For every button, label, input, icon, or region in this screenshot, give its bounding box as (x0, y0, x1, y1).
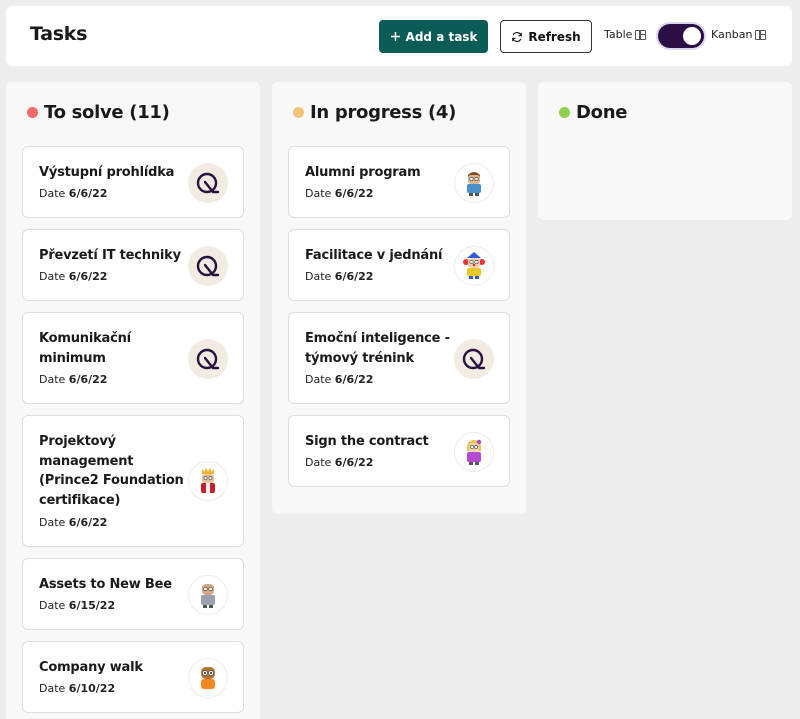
logo-q-icon (188, 163, 228, 203)
task-date: Date 6/6/22 (305, 270, 374, 283)
status-dot-icon (293, 107, 304, 118)
page-title: Tasks (30, 23, 88, 45)
task-title: Alumni program (305, 165, 421, 180)
gray-avatar-icon (188, 575, 228, 615)
task-title: Emoční inteligence - týmový trénink (305, 331, 450, 366)
task-title: Facilitace v jednání (305, 248, 443, 263)
girl-avatar-icon (454, 432, 494, 472)
task-card[interactable]: Projektový management (Prince2 Foundatio… (22, 415, 244, 547)
task-title: Projektový management (Prince2 Foundatio… (39, 434, 184, 508)
kanban-layout-icon (755, 29, 767, 40)
table-layout-icon (635, 29, 647, 40)
view-table-option[interactable]: Table (604, 28, 647, 41)
column-to-solve: To solve (11) Výstupní prohlídka Date 6/… (6, 82, 260, 719)
logo-q-icon (188, 246, 228, 286)
page-header: Tasks Add a task Refresh Table Kanban (6, 6, 792, 66)
column-title: In progress (4) (310, 102, 457, 123)
logo-q-icon (454, 339, 494, 379)
clown-avatar-icon (454, 246, 494, 286)
task-card[interactable]: Facilitace v jednání Date 6/6/22 (288, 229, 510, 301)
column-header: In progress (4) (293, 102, 456, 123)
refresh-label: Refresh (528, 29, 581, 44)
task-date: Date 6/10/22 (39, 682, 116, 695)
task-date: Date 6/6/22 (305, 187, 374, 200)
column-title: To solve (11) (44, 102, 170, 123)
column-title: Done (576, 102, 628, 123)
logo-q-icon (188, 339, 228, 379)
toggle-track (658, 24, 704, 48)
task-card[interactable]: Emoční inteligence - týmový trénink Date… (288, 312, 510, 404)
task-card[interactable]: Komunikační minimum Date 6/6/22 (22, 312, 244, 404)
refresh-button[interactable]: Refresh (500, 20, 592, 53)
task-card[interactable]: Výstupní prohlídka Date 6/6/22 (22, 146, 244, 218)
task-date: Date 6/6/22 (305, 456, 374, 469)
status-dot-icon (27, 107, 38, 118)
task-date: Date 6/6/22 (39, 187, 108, 200)
view-table-label: Table (604, 28, 633, 41)
refresh-icon (512, 31, 523, 42)
task-title: Výstupní prohlídka (39, 165, 175, 180)
king-avatar-icon (188, 461, 228, 501)
task-date: Date 6/15/22 (39, 599, 116, 612)
task-title: Assets to New Bee (39, 577, 172, 592)
owl-avatar-icon (188, 658, 228, 698)
toggle-knob (683, 27, 701, 45)
task-date: Date 6/6/22 (305, 373, 374, 386)
view-kanban-label: Kanban (711, 28, 753, 41)
task-title: Sign the contract (305, 434, 429, 449)
task-title: Komunikační minimum (39, 331, 131, 366)
task-title: Company walk (39, 660, 143, 675)
task-card[interactable]: Alumni program Date 6/6/22 (288, 146, 510, 218)
boy-avatar-icon (454, 163, 494, 203)
task-card[interactable]: Sign the contract Date 6/6/22 (288, 415, 510, 487)
status-dot-icon (559, 107, 570, 118)
task-title: Převzetí IT techniky (39, 248, 181, 263)
plus-icon (390, 32, 400, 41)
column-in-progress: In progress (4) Alumni program Date 6/6/… (272, 82, 526, 514)
view-mode-toggle[interactable] (656, 22, 706, 50)
task-card[interactable]: Company walk Date 6/10/22 (22, 641, 244, 713)
view-kanban-option[interactable]: Kanban (711, 28, 767, 41)
task-card[interactable]: Převzetí IT techniky Date 6/6/22 (22, 229, 244, 301)
column-done: Done (538, 82, 792, 220)
task-date: Date 6/6/22 (39, 373, 108, 386)
column-header: To solve (11) (27, 102, 170, 123)
column-header: Done (559, 102, 627, 123)
add-task-label: Add a task (405, 29, 478, 44)
task-date: Date 6/6/22 (39, 516, 108, 529)
task-date: Date 6/6/22 (39, 270, 108, 283)
task-card[interactable]: Assets to New Bee Date 6/15/22 (22, 558, 244, 630)
add-task-button[interactable]: Add a task (379, 20, 488, 53)
